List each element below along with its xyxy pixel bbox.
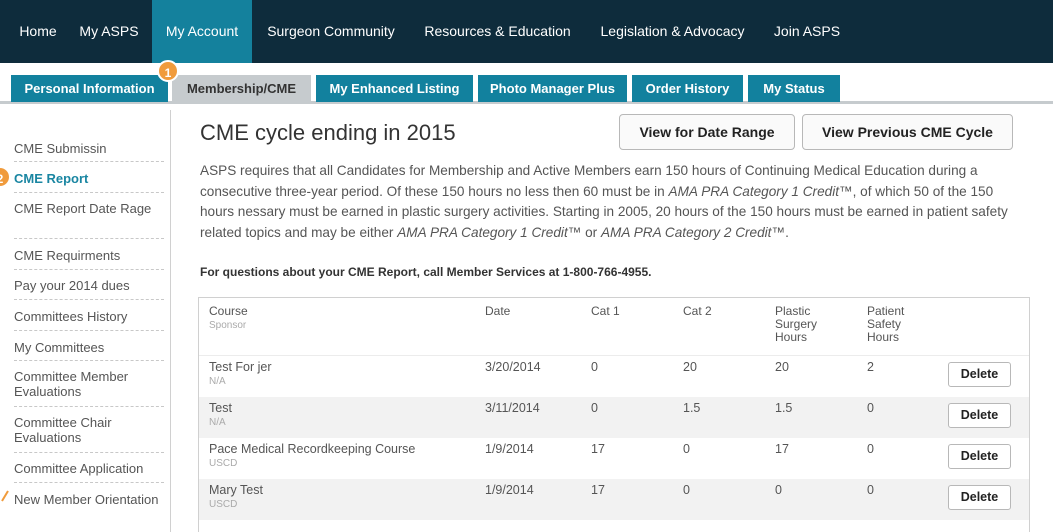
- cell-plastic-hours: 0: [775, 483, 782, 497]
- cell-cat1: 0: [591, 360, 598, 374]
- header-cat1: Cat 1: [591, 304, 620, 318]
- header-patient-safety-hours: Patient Safety Hours: [867, 304, 905, 344]
- sidebar-item-my-committees[interactable]: My Committees: [14, 340, 164, 355]
- view-date-range-button[interactable]: View for Date Range: [619, 114, 795, 150]
- cell-course: Mary Test USCD: [209, 483, 263, 510]
- table-header: Course Sponsor Date Cat 1 Cat 2 Plastic …: [199, 298, 1029, 356]
- delete-button[interactable]: Delete: [948, 403, 1011, 428]
- sidebar-divider: [14, 238, 164, 239]
- sidebar-item-committee-member-evaluations[interactable]: Committee Member Evaluations: [14, 369, 164, 399]
- cell-patient-hours: 0: [867, 401, 874, 415]
- cell-plastic-hours: 1.5: [775, 401, 793, 415]
- cell-date: 1/9/2014: [485, 442, 534, 456]
- cme-table: Course Sponsor Date Cat 1 Cat 2 Plastic …: [198, 297, 1030, 532]
- step-badge-1: 1: [157, 60, 179, 82]
- sidebar-item-committee-application[interactable]: Committee Application: [14, 461, 164, 476]
- sidebar-item-committees-history[interactable]: Committees History: [14, 309, 164, 324]
- cell-patient-hours: 0: [867, 483, 874, 497]
- delete-button[interactable]: Delete: [948, 485, 1011, 510]
- sidebar-item-committee-chair-evaluations[interactable]: Committee Chair Evaluations: [14, 415, 164, 445]
- member-services-note: For questions about your CME Report, cal…: [200, 265, 652, 279]
- sidebar-divider: [14, 299, 164, 300]
- cell-date: 3/11/2014: [485, 401, 540, 415]
- top-navigation: Home My ASPS My Account Surgeon Communit…: [0, 0, 1053, 63]
- sidebar-divider: [14, 330, 164, 331]
- sidebar-separator: [170, 110, 171, 532]
- delete-button[interactable]: Delete: [948, 362, 1011, 387]
- cell-plastic-hours: 20: [775, 360, 789, 374]
- header-cat2: Cat 2: [683, 304, 712, 318]
- cell-patient-hours: 0: [867, 442, 874, 456]
- nav-legislation-advocacy[interactable]: Legislation & Advocacy: [585, 0, 760, 63]
- sidebar-divider: [14, 360, 164, 361]
- nav-resources-education[interactable]: Resources & Education: [410, 0, 585, 63]
- cell-plastic-hours: 17: [775, 442, 789, 456]
- cell-cat2: 0: [683, 483, 690, 497]
- cell-course: Pace Medical Recordkeeping Course USCD: [209, 442, 416, 469]
- table-row: Mary Test USCD 1/9/2014 17 0 0 0 Delete: [199, 479, 1029, 520]
- nav-surgeon-community[interactable]: Surgeon Community: [252, 0, 410, 63]
- view-previous-cycle-button[interactable]: View Previous CME Cycle: [802, 114, 1013, 150]
- tab-photo-manager-plus[interactable]: Photo Manager Plus: [478, 75, 627, 102]
- sidebar-divider: [14, 406, 164, 407]
- cell-cat2: 0: [683, 442, 690, 456]
- cell-cat2: 20: [683, 360, 697, 374]
- pencil-icon: [1, 490, 9, 502]
- cell-course: Test For jer N/A: [209, 360, 272, 387]
- header-plastic-surgery-hours: Plastic Surgery Hours: [775, 304, 818, 344]
- sidebar-item-new-member-orientation[interactable]: New Member Orientation: [14, 492, 164, 507]
- cell-patient-hours: 2: [867, 360, 874, 374]
- sidebar-divider: [14, 269, 164, 270]
- page-title: CME cycle ending in 2015: [200, 120, 456, 145]
- delete-button[interactable]: Delete: [948, 444, 1011, 469]
- cme-requirements-text: ASPS requires that all Candidates for Me…: [200, 163, 1008, 240]
- cell-cat2: 1.5: [683, 401, 701, 415]
- tab-membership-cme[interactable]: Membership/CME: [172, 75, 311, 103]
- nav-home[interactable]: Home: [8, 0, 68, 63]
- sidebar-divider: [14, 161, 164, 162]
- cell-date: 1/9/2014: [485, 483, 534, 497]
- sidebar-item-cme-requirements[interactable]: CME Requirments: [14, 248, 164, 263]
- sidebar-item-cme-report-date-range[interactable]: CME Report Date Rage: [14, 201, 164, 216]
- cell-cat1: 17: [591, 483, 605, 497]
- sidebar-item-cme-submission[interactable]: CME Submissin: [14, 141, 164, 156]
- header-course: Course Sponsor: [209, 304, 248, 332]
- tab-my-enhanced-listing[interactable]: My Enhanced Listing: [316, 75, 473, 102]
- sidebar-item-pay-dues[interactable]: Pay your 2014 dues: [14, 278, 164, 293]
- sidebar-divider: [14, 452, 164, 453]
- tab-personal-information[interactable]: Personal Information: [11, 75, 168, 102]
- cell-cat1: 0: [591, 401, 598, 415]
- nav-join-asps[interactable]: Join ASPS: [760, 0, 854, 63]
- nav-my-asps[interactable]: My ASPS: [70, 0, 148, 63]
- tab-order-history[interactable]: Order History: [632, 75, 743, 102]
- sidebar-divider: [14, 482, 164, 483]
- table-row: Test For jer N/A 3/20/2014 0 20 20 2 Dele…: [199, 356, 1029, 397]
- header-date: Date: [485, 304, 511, 318]
- sidebar-divider: [14, 192, 164, 193]
- cell-cat1: 17: [591, 442, 605, 456]
- cell-course: Test N/A: [209, 401, 232, 428]
- sidebar-item-cme-report[interactable]: CME Report: [14, 171, 164, 186]
- tab-my-status[interactable]: My Status: [748, 75, 840, 102]
- cell-date: 3/20/2014: [485, 360, 541, 374]
- table-row: Test N/A 3/11/2014 0 1.5 1.5 0 Delete: [199, 397, 1029, 438]
- nav-my-account[interactable]: My Account: [152, 0, 252, 63]
- table-row: Pace Medical Recordkeeping Course USCD 1/…: [199, 438, 1029, 479]
